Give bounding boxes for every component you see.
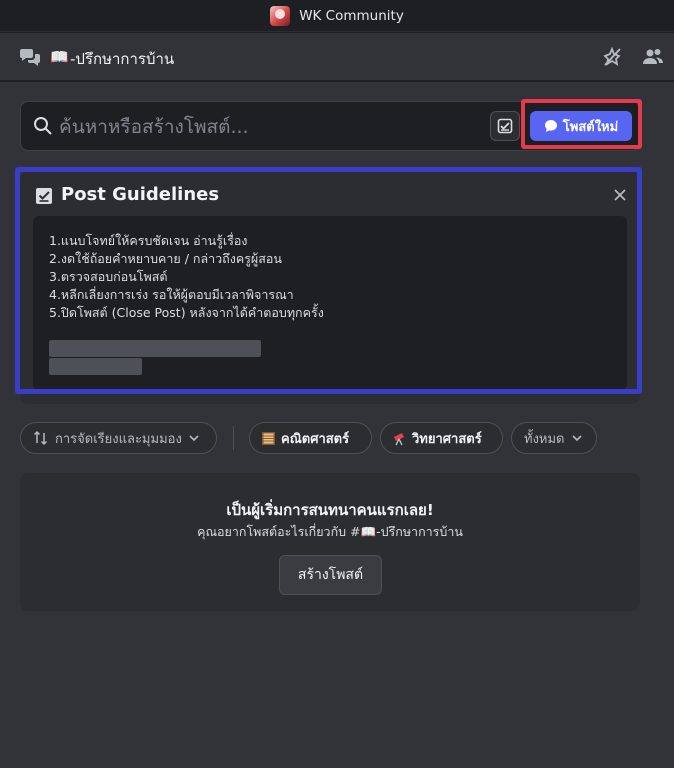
chevron-down-icon (571, 435, 582, 442)
guideline-item: 5.ปิดโพสต์ (Close Post) หลังจากได้คำตอบท… (49, 305, 324, 320)
chat-bubble-icon (544, 120, 557, 132)
channel-header: 📖 -ปรึกษาการบ้าน (0, 33, 674, 81)
app-logo (270, 5, 291, 26)
search-bar: โพสต์ใหม่ (20, 101, 640, 151)
guidelines-icon (36, 188, 52, 204)
search-icon (34, 117, 52, 135)
guideline-item: 4.หลีกเลี่ยงการเร่ง รอให้ผู้ตอบมีเวลาพิจ… (49, 287, 294, 302)
sort-icon (33, 430, 48, 446)
guideline-item: 2.งดใช้ถ้อยคำหยาบคาย / กล่าวถึงครูผู้สอน (49, 251, 282, 266)
guideline-list: 1.แนบโจทย์ให้ครบชัดเจน อ่านรู้เรื่อง 2.ง… (49, 232, 324, 322)
new-post-button[interactable]: โพสต์ใหม่ (530, 111, 632, 141)
filter-divider (233, 426, 234, 450)
new-post-label: โพสต์ใหม่ (562, 119, 619, 135)
abacus-icon (262, 431, 275, 445)
guideline-item: 3.ตรวจสอบก่อนโพสต์ (49, 269, 168, 284)
guidelines-body: 1.แนบโจทย์ให้ครบชัดเจน อ่านรู้เรื่อง 2.ง… (33, 216, 627, 390)
forum-main: โพสต์ใหม่ Post Guidelines 1.แนบโจทย์ให้ค… (0, 82, 674, 768)
redacted-block (49, 358, 142, 375)
tag-math[interactable]: คณิตศาสตร์ (249, 422, 372, 454)
empty-state-subtitle: คุณอยากโพสต์อะไรเกี่ยวกับ #📖-ปรึกษาการบ้… (197, 524, 463, 539)
redacted-block (49, 340, 261, 357)
guideline-item: 1.แนบโจทย์ให้ครบชัดเจน อ่านรู้เรื่อง (49, 233, 248, 248)
sort-and-view-dropdown[interactable]: การจัดเรียงและมุมมอง (20, 422, 217, 454)
close-icon[interactable] (613, 188, 627, 202)
window-title: WK Community (299, 7, 404, 24)
search-input[interactable] (59, 112, 479, 142)
sort-label: การจัดเรียงและมุมมอง (55, 431, 182, 447)
post-guidelines-panel: Post Guidelines 1.แนบโจทย์ให้ครบชัดเจน อ… (20, 172, 640, 404)
channel-name: -ปรึกษาการบ้าน (70, 50, 175, 68)
notification-off-icon[interactable] (601, 46, 623, 68)
empty-state-title: เป็นผู้เริ่มการสนทนาคนแรกเลย! (226, 501, 434, 519)
guidelines-title: Post Guidelines (61, 184, 220, 205)
checklist-icon (497, 118, 513, 134)
all-tags-label: ทั้งหมด (524, 431, 565, 447)
window-titlebar: WK Community (0, 0, 674, 32)
create-post-button[interactable]: สร้างโพสต์ (279, 555, 382, 595)
tag-label: คณิตศาสตร์ (281, 431, 350, 447)
member-list-icon[interactable] (642, 46, 664, 68)
channel-emoji: 📖 (50, 48, 69, 66)
empty-state-card: เป็นผู้เริ่มการสนทนาคนแรกเลย! คุณอยากโพส… (20, 473, 640, 611)
tag-label: วิทยาศาสตร์ (412, 431, 482, 447)
forum-channel-icon (20, 49, 40, 66)
filter-row: การจัดเรียงและมุมมอง คณิตศาสตร์ วิทยาศาส (20, 422, 660, 454)
tag-science[interactable]: วิทยาศาสตร์ (380, 422, 503, 454)
telescope-icon (394, 432, 404, 445)
guidelines-toggle-button[interactable] (490, 111, 520, 141)
chevron-down-icon (189, 435, 199, 442)
all-tags-dropdown[interactable]: ทั้งหมด (511, 422, 597, 454)
